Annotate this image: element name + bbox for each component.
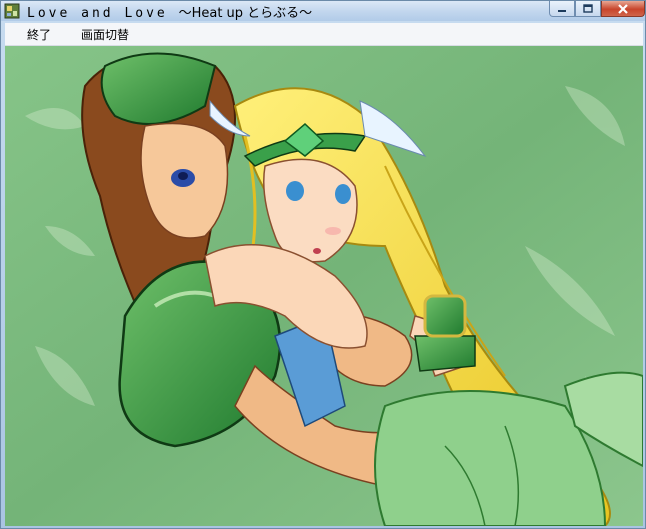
title-main: Love and Love: [27, 6, 168, 21]
maximize-icon: [583, 4, 593, 13]
title-subtitle: 〜Heat up とらぶる〜: [178, 6, 313, 21]
left-bracer: [423, 294, 467, 338]
game-canvas[interactable]: [5, 46, 643, 526]
green-band: [414, 335, 476, 372]
title-bar[interactable]: Love and Love 〜Heat up とらぶる〜: [1, 1, 645, 21]
menu-bar: 終了 画面切替: [5, 23, 643, 46]
game-illustration: [5, 46, 643, 526]
app-window: Love and Love 〜Heat up とらぶる〜 終了 画面切替: [0, 0, 646, 529]
close-button[interactable]: [601, 1, 645, 17]
app-icon[interactable]: [4, 3, 20, 19]
window-controls: [549, 1, 645, 19]
close-icon: [617, 3, 629, 14]
window-title: Love and Love 〜Heat up とらぶる〜: [27, 2, 312, 21]
menu-item-switch-screen[interactable]: 画面切替: [81, 26, 129, 43]
menu-item-exit[interactable]: 終了: [27, 26, 51, 43]
minimize-button[interactable]: [549, 1, 575, 17]
minimize-icon: [557, 5, 567, 13]
maximize-button[interactable]: [575, 1, 601, 17]
